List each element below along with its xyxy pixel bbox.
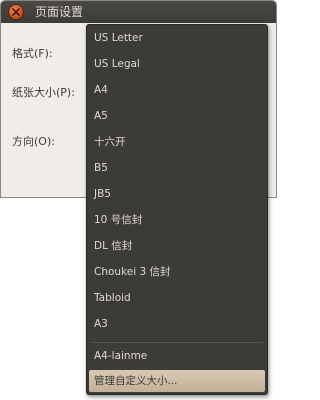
dialog-title: 页面设置 xyxy=(35,5,84,19)
menu-item-choukei-3[interactable]: Choukei 3 信封 xyxy=(93,261,266,283)
menu-item-label: A5 xyxy=(94,110,108,122)
menu-item-16k[interactable]: 十六开 xyxy=(93,131,266,153)
menu-item-a4-lainme[interactable]: A4-lainme xyxy=(93,345,266,367)
menu-item-a5[interactable]: A5 xyxy=(93,105,266,127)
menu-item-label: Tabloid xyxy=(94,292,131,304)
menu-item-label: B5 xyxy=(94,162,108,174)
menu-item-a4[interactable]: A4 xyxy=(93,79,266,101)
menu-item-tabloid[interactable]: Tabloid xyxy=(93,287,266,309)
menu-item-us-letter[interactable]: US Letter xyxy=(93,27,266,49)
menu-item-a3[interactable]: A3 xyxy=(93,313,266,335)
menu-item-label: 十六开 xyxy=(94,136,126,148)
menu-item-label: A3 xyxy=(94,318,108,330)
title-bar: 页面设置 xyxy=(1,1,276,23)
close-icon xyxy=(12,8,20,16)
menu-item-label: US Letter xyxy=(94,32,143,44)
menu-item-us-legal[interactable]: US Legal xyxy=(93,53,266,75)
menu-item-jb5[interactable]: JB5 xyxy=(93,183,266,205)
menu-item-b5[interactable]: B5 xyxy=(93,157,266,179)
menu-item-dl-envelope[interactable]: DL 信封 xyxy=(93,235,266,257)
menu-separator xyxy=(91,342,263,343)
paper-size-dropdown-menu: US Letter US Legal A4 A5 十六开 B5 JB5 10 号… xyxy=(86,24,268,395)
paper-size-label: 纸张大小(P): xyxy=(12,86,75,99)
menu-item-label: A4 xyxy=(94,84,108,96)
menu-item-label: A4-lainme xyxy=(94,350,148,362)
orientation-label: 方向(O): xyxy=(12,135,55,148)
menu-item-label: 10 号信封 xyxy=(94,214,143,226)
menu-item-label: DL 信封 xyxy=(94,240,133,252)
menu-item-envelope-10[interactable]: 10 号信封 xyxy=(93,209,266,231)
menu-item-label: US Legal xyxy=(94,58,140,70)
menu-item-label: 管理自定义大小... xyxy=(94,375,178,387)
close-button[interactable] xyxy=(9,5,23,19)
format-label: 格式(F): xyxy=(12,47,53,60)
manage-custom-sizes-item[interactable]: 管理自定义大小... xyxy=(89,370,265,392)
menu-item-label: JB5 xyxy=(94,188,111,200)
menu-item-label: Choukei 3 信封 xyxy=(94,266,171,278)
